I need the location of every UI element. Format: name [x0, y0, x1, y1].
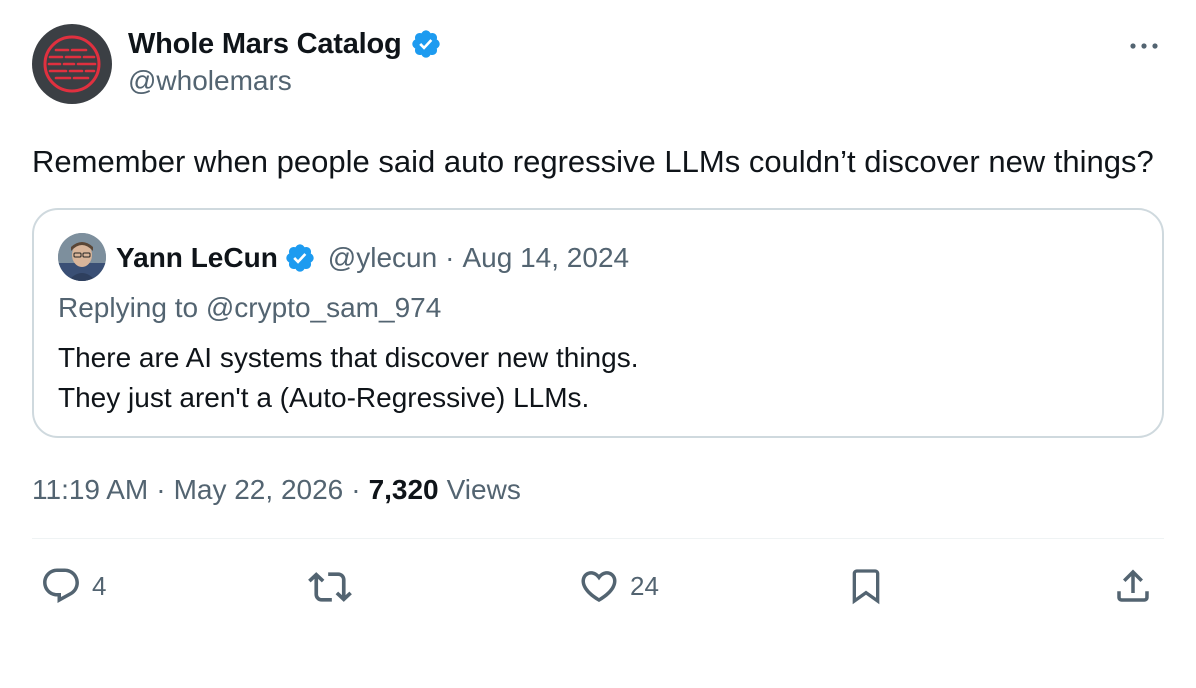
heart-icon: [581, 571, 617, 603]
author-handle[interactable]: @wholemars: [128, 65, 442, 97]
quoted-date[interactable]: Aug 14, 2024: [463, 242, 630, 274]
quoted-text-line: They just aren't a (Auto-Regressive) LLM…: [58, 382, 590, 413]
mars-logo-icon: [43, 35, 101, 93]
views-label: Views: [446, 474, 521, 505]
quoted-replying-to: Replying to @crypto_sam_974: [58, 292, 442, 323]
quoted-text-line: There are AI systems that discover new t…: [58, 342, 639, 373]
avatar[interactable]: [32, 24, 112, 104]
tweet: Whole Mars Catalog @wholemars Remember w…: [32, 22, 1164, 609]
author-display-name[interactable]: Whole Mars Catalog: [128, 28, 402, 61]
meta-separator: ·: [351, 474, 361, 505]
name-row: Whole Mars Catalog: [128, 24, 442, 64]
share-icon: [1117, 569, 1149, 602]
retweet-button[interactable]: [308, 565, 352, 609]
reply-count: 4: [92, 570, 107, 601]
tweet-date[interactable]: May 22, 2026: [174, 474, 344, 506]
quoted-display-name[interactable]: Yann LeCun: [116, 242, 278, 274]
views-count: 7,320: [368, 474, 439, 505]
reply-button[interactable]: 4: [40, 565, 106, 607]
retweet-icon: [308, 572, 352, 602]
verified-badge-icon: [286, 244, 314, 272]
like-button[interactable]: 24: [578, 565, 659, 607]
like-count: 24: [630, 570, 659, 601]
quoted-separator: ·: [445, 242, 455, 273]
bookmark-button[interactable]: [846, 565, 886, 607]
person-avatar-icon: [58, 233, 106, 281]
verified-badge-icon[interactable]: [410, 28, 442, 60]
quoted-tweet[interactable]: Yann LeCun @ylecun · Aug 14, 2024 Replyi…: [32, 208, 1164, 438]
tweet-text: Remember when people said auto regressiv…: [32, 144, 1154, 179]
tweet-time[interactable]: 11:19 AM: [32, 474, 148, 506]
more-options-button[interactable]: [1126, 28, 1162, 64]
bookmark-icon: [852, 569, 880, 605]
quoted-handle[interactable]: @ylecun: [328, 242, 437, 274]
tweet-meta: 11:19 AM · May 22, 2026 · 7,320 Views: [32, 474, 1164, 506]
author-block: Whole Mars Catalog @wholemars: [128, 24, 442, 97]
meta-separator: ·: [156, 474, 166, 505]
more-horizontal-icon: [1130, 43, 1158, 49]
tweet-header: Whole Mars Catalog @wholemars: [32, 22, 1164, 106]
quoted-avatar[interactable]: [58, 233, 106, 281]
quoted-header: Yann LeCun @ylecun · Aug 14, 2024: [116, 237, 629, 279]
quoted-text: There are AI systems that discover new t…: [58, 338, 638, 418]
reply-icon: [43, 568, 79, 603]
action-bar: 4 24: [32, 539, 1164, 609]
share-button[interactable]: [1112, 565, 1154, 607]
